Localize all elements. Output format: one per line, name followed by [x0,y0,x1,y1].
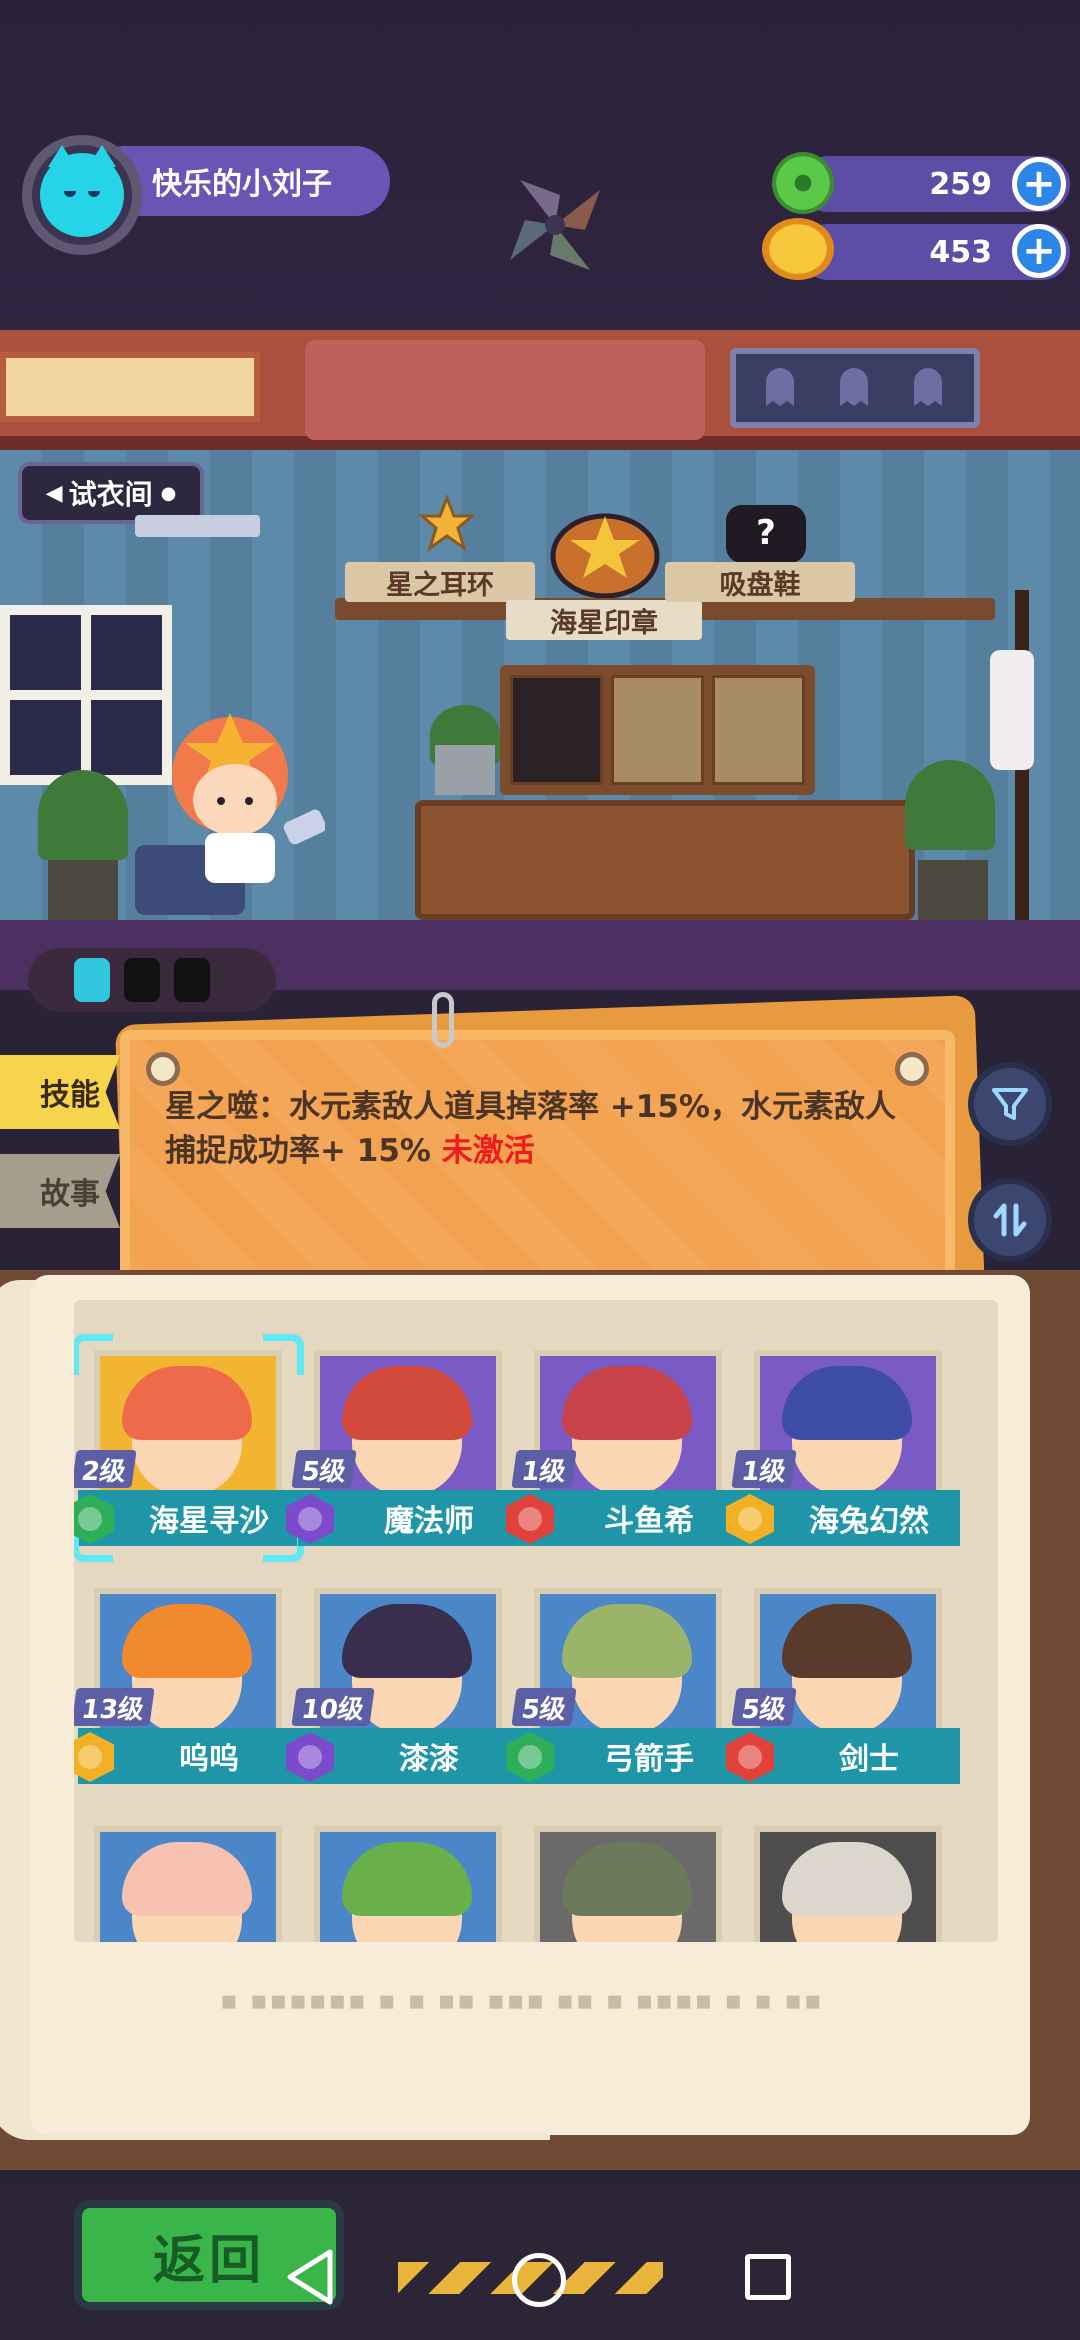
add-gem-button[interactable]: + [1012,157,1066,211]
character-card[interactable]: 5级 魔法师 [286,1344,520,1556]
character-card[interactable]: 5级 剑士 [726,1582,960,1794]
tab-story[interactable]: 故事 [0,1154,120,1228]
character-card[interactable]: 1级 斗鱼希 [506,1344,740,1556]
character-card[interactable]: 2级 海星寻沙 [74,1334,304,1562]
starfish-seal-icon[interactable] [548,498,662,599]
dot-icon: ● [160,482,177,504]
character-card[interactable] [528,1820,728,1942]
character-card[interactable]: 10级 漆漆 [286,1582,520,1794]
character-level: 1级 [731,1450,797,1488]
windmill-icon [500,170,610,280]
skill-status: 未激活 [441,1133,535,1169]
energy-bar [28,948,276,1012]
character-portrait [534,1826,722,1942]
character-level: 5级 [291,1450,357,1488]
character-grid: 2级 海星寻沙 5级 魔法师 1级 斗鱼希 1级 海兔幻然 13级 呜呜 10级 漆漆 5级 弓箭手 5级剑… [74,1300,998,1942]
nav-home-icon[interactable] [512,2253,566,2307]
character-portrait [314,1826,502,1942]
gold-coin-icon [762,218,834,280]
sort-icon [993,1203,1027,1237]
unknown-item-icon[interactable]: ? [726,505,806,563]
filter-button[interactable] [968,1062,1052,1146]
bolt-icon [895,1052,929,1086]
display-case [500,665,815,795]
empty-slot-icon [174,958,210,1002]
fitting-room-label: 试衣间 [68,478,153,511]
skill-description: 星之噬：水元素敌人道具掉落率 +15%，水元素敌人捕捉成功率+ 15% 未激活 [165,1085,925,1173]
character-level: 10级 [291,1688,375,1726]
character-level: 1级 [511,1450,577,1488]
plant-icon [38,770,128,860]
back-arrow-icon: ◀ [45,480,63,506]
empty-slot-icon [124,958,160,1002]
shelf-item-label: 星之耳环 [345,562,535,602]
upper-shelf [0,330,1080,450]
filter-icon [992,1088,1028,1120]
shelf-item-label: 吸盘鞋 [665,562,855,602]
character-portrait [754,1826,942,1942]
plant-icon [905,760,995,850]
nav-recents-icon[interactable] [745,2254,791,2300]
player-avatar[interactable] [22,135,142,255]
paperclip-icon [432,992,454,1048]
character-card[interactable] [308,1820,508,1942]
bolt-icon [146,1052,180,1086]
sort-button[interactable] [968,1178,1052,1262]
star-earring-icon[interactable] [412,490,482,560]
character-level: 2级 [74,1450,137,1488]
character-card[interactable]: 5级 弓箭手 [506,1582,740,1794]
character-level: 13级 [74,1688,155,1726]
character-sprite [135,705,327,915]
tab-skill[interactable]: 技能 [0,1055,120,1129]
ghost-panel [730,348,980,428]
selection-corner [263,1334,304,1375]
character-level: 5级 [731,1688,797,1726]
add-coin-button[interactable]: + [1012,224,1066,278]
character-level: 5级 [511,1688,577,1726]
cat-avatar-icon [40,145,124,237]
faded-page-text: ▪ ▪▪▪▪▪▪ ▪ ▪ ▪▪ ▪▪▪ ▪▪ ▪ ▪▪▪▪ ▪ ▪ ▪▪ [220,1986,824,2016]
character-card[interactable]: 1级 海兔幻然 [726,1344,960,1556]
character-card[interactable]: 13级 呜呜 [74,1582,300,1794]
battery-icon [74,958,110,1002]
character-portrait [94,1826,282,1942]
cabinet [415,800,915,920]
character-card[interactable] [88,1820,288,1942]
nav-back-icon[interactable] [282,2246,338,2308]
lamp-icon [135,515,260,537]
character-card[interactable] [748,1820,948,1942]
green-gem-icon [772,152,834,214]
selection-corner [74,1334,113,1375]
shelf-item-label: 海星印章 [506,600,702,640]
